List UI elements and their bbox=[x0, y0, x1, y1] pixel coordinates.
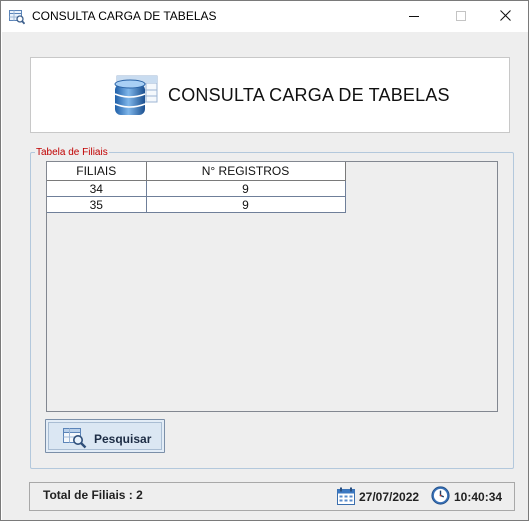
cell-registros[interactable]: 9 bbox=[146, 180, 346, 197]
table-row[interactable]: 34 9 bbox=[47, 180, 346, 197]
status-bar: Total de Filiais : 2 27/07/2022 10:40:34 bbox=[29, 482, 515, 511]
window-title: CONSULTA CARGA DE TABELAS bbox=[32, 9, 217, 23]
minimize-icon bbox=[409, 8, 419, 26]
cell-filial[interactable]: 34 bbox=[47, 180, 147, 197]
cell-filial[interactable]: 35 bbox=[47, 196, 147, 213]
filiais-table: FILIAIS N° REGISTROS 34 9 35 9 bbox=[47, 162, 346, 213]
search-button-face: Pesquisar bbox=[48, 422, 162, 450]
total-filiais: Total de Filiais : 2 bbox=[43, 488, 143, 502]
filiais-table-viewport[interactable]: FILIAIS N° REGISTROS 34 9 35 9 bbox=[46, 161, 498, 412]
close-icon bbox=[499, 8, 511, 26]
minimize-button[interactable] bbox=[391, 1, 437, 32]
database-table-icon bbox=[113, 75, 161, 117]
content-area: CONSULTA CARGA DE TABELAS Tabela de Fili… bbox=[2, 32, 528, 520]
app-window: CONSULTA CARGA DE TABELAS CONSULTA CARGA… bbox=[0, 0, 529, 521]
app-table-search-icon bbox=[9, 9, 26, 25]
maximize-button[interactable] bbox=[438, 1, 484, 32]
status-date: 27/07/2022 bbox=[359, 490, 420, 504]
clock-icon bbox=[431, 486, 450, 505]
status-time: 10:40:34 bbox=[454, 490, 503, 504]
maximize-icon bbox=[456, 8, 466, 26]
total-filiais-label: Total de Filiais : bbox=[43, 488, 133, 502]
column-header-registros[interactable]: N° REGISTROS bbox=[146, 162, 346, 181]
cell-registros[interactable]: 9 bbox=[146, 196, 346, 213]
calendar-icon bbox=[337, 487, 355, 505]
column-header-filiais[interactable]: FILIAIS bbox=[47, 162, 147, 181]
header-panel: CONSULTA CARGA DE TABELAS bbox=[30, 57, 510, 133]
table-search-icon bbox=[63, 427, 87, 449]
table-row[interactable]: 35 9 bbox=[47, 196, 346, 213]
search-button-label: Pesquisar bbox=[94, 432, 152, 446]
group-legend: Tabela de Filiais bbox=[35, 147, 109, 158]
page-title: CONSULTA CARGA DE TABELAS bbox=[168, 85, 450, 105]
table-header-row: FILIAIS N° REGISTROS bbox=[47, 162, 346, 181]
title-bar[interactable]: CONSULTA CARGA DE TABELAS bbox=[1, 1, 528, 32]
close-button[interactable] bbox=[482, 1, 528, 32]
total-filiais-value: 2 bbox=[136, 488, 143, 502]
search-button[interactable]: Pesquisar bbox=[45, 419, 165, 453]
